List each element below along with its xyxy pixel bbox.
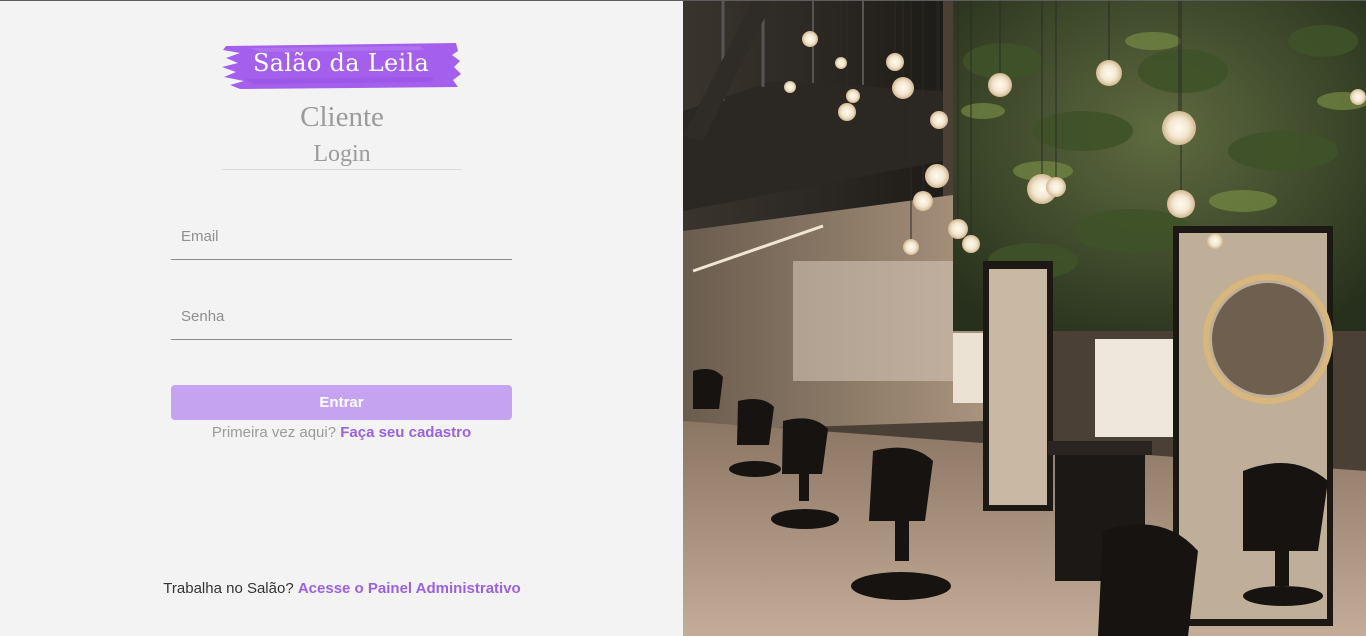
signup-prompt: Primeira vez aqui? Faça seu cadastro: [171, 424, 512, 441]
login-panel: Salão da Leila Cliente Login Entrar Prim…: [0, 1, 683, 636]
login-button[interactable]: Entrar: [171, 385, 512, 420]
password-input[interactable]: [171, 293, 512, 339]
page-subtitle: Login: [313, 141, 371, 167]
password-field: [171, 293, 512, 340]
salon-interior-photo: [683, 1, 1366, 636]
admin-prompt-text: Trabalha no Salão?: [163, 580, 294, 597]
brand-name: Salão da Leila: [252, 49, 430, 77]
signup-link[interactable]: Faça seu cadastro: [340, 424, 471, 441]
admin-prompt: Trabalha no Salão? Acesse o Painel Admin…: [120, 580, 564, 597]
page-title: Cliente: [300, 101, 384, 133]
admin-panel-link[interactable]: Acesse o Painel Administrativo: [298, 580, 521, 597]
title-divider: [222, 169, 462, 170]
email-input[interactable]: [171, 213, 512, 259]
brand-logo: Salão da Leila: [220, 41, 462, 91]
email-field: [171, 213, 512, 260]
signup-prompt-text: Primeira vez aqui?: [211, 424, 337, 441]
